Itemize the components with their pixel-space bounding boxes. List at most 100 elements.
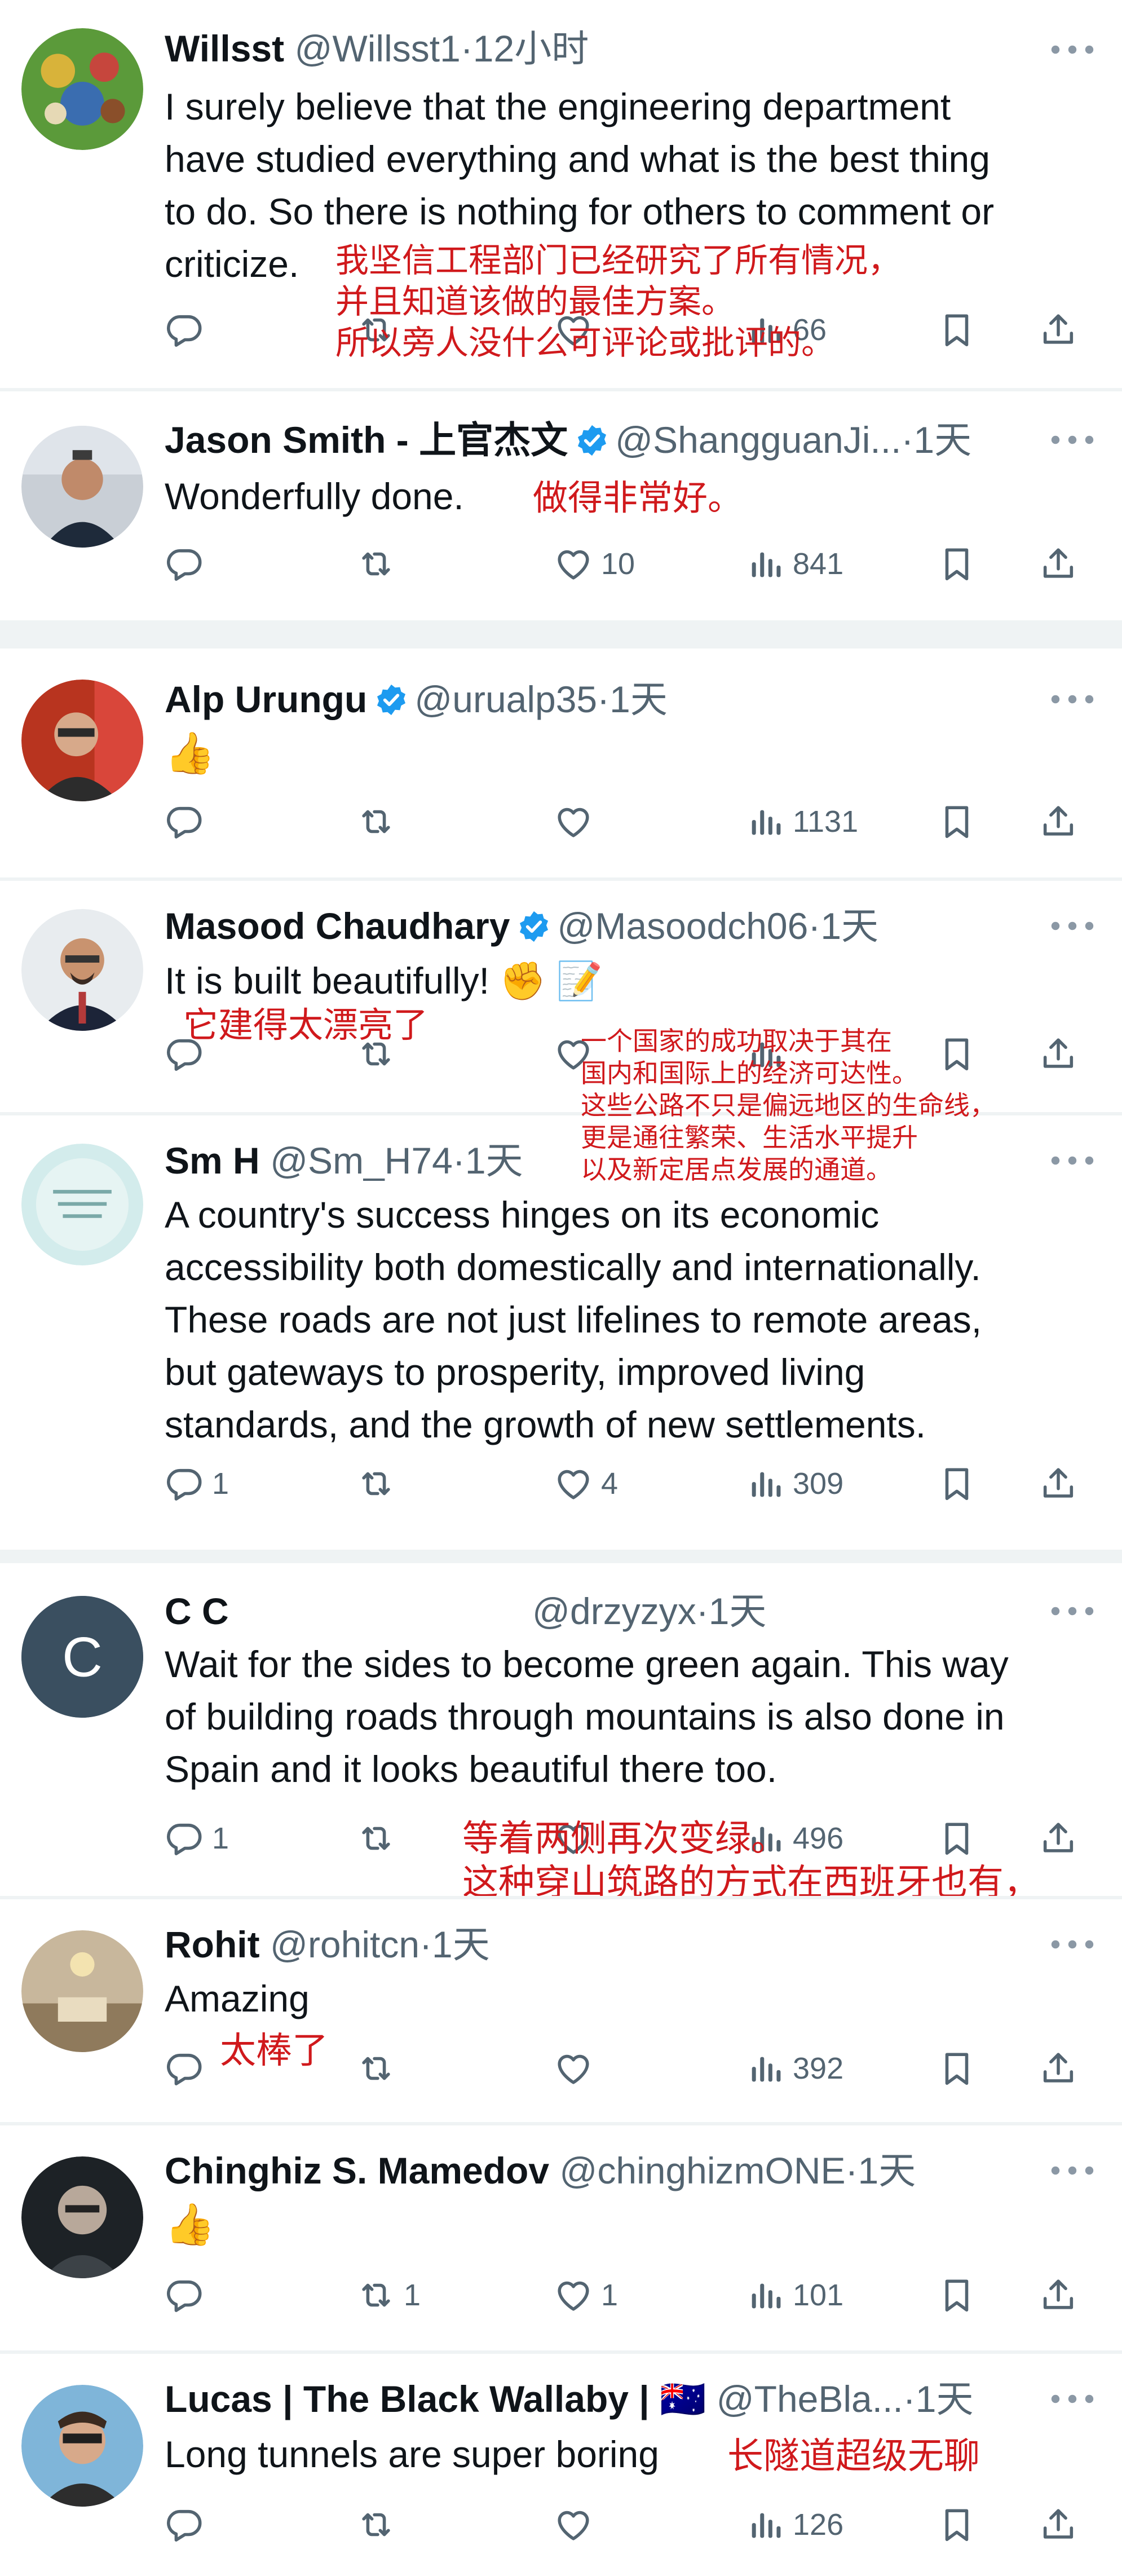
author-handle[interactable]: @drzyzyx [532,1590,696,1632]
like-button[interactable] [554,2043,593,2094]
timestamp[interactable]: 12小时 [473,28,589,69]
tweet-lucas[interactable]: Lucas | The Black Wallaby | 🇦🇺 @TheBla..… [0,2354,1122,2576]
tweet-c-c[interactable]: C C C @drzyzyx·1天 Wait for the sides to … [0,1563,1122,1948]
author-handle[interactable]: @TheBla... [717,2378,903,2420]
timestamp[interactable]: 1天 [709,1590,767,1632]
reply-button[interactable] [165,305,204,355]
retweet-button[interactable] [356,1458,396,1509]
share-button[interactable] [1039,796,1078,847]
avatar[interactable] [21,28,143,150]
more-dots-icon[interactable] [1050,915,1095,937]
author-handle[interactable]: @ShangguanJi... [615,419,901,461]
bookmark-button[interactable] [937,539,977,589]
views-button[interactable]: 1131 [745,796,858,847]
translation-annotation: 我坚信工程部门已经研究了所有情况， 并且知道该做的最佳方案。 所以旁人没什么可评… [335,241,902,362]
timestamp[interactable]: 1天 [465,1140,523,1181]
share-icon [1039,544,1078,584]
bookmark-button[interactable] [937,2043,977,2094]
author-name[interactable]: Willsst [165,28,284,69]
views-button[interactable]: 309 [745,1458,843,1509]
retweet-count: 1 [404,2278,421,2312]
retweet-button[interactable]: 1 [356,2270,421,2321]
retweet-button[interactable] [356,539,396,589]
share-button[interactable] [1039,1458,1078,1509]
reply-button[interactable]: 1 [165,1458,229,1509]
author-name[interactable]: Jason Smith - 上官杰文 [165,419,568,461]
author-handle[interactable]: @chinghizmONE [559,2150,845,2191]
like-button[interactable] [554,796,593,847]
author-name[interactable]: Masood Chaudhary [165,905,510,947]
share-button[interactable] [1039,2043,1078,2094]
timestamp[interactable]: 1天 [858,2150,916,2191]
views-button[interactable]: 126 [745,2499,843,2550]
timestamp[interactable]: 1天 [432,1924,490,1965]
timestamp[interactable]: 1天 [916,2378,974,2420]
tweet-alp-urungu[interactable]: Alp Urungu @urualp35·1天 👍 1131 [0,649,1122,874]
more-dots-icon[interactable] [1050,2388,1095,2410]
avatar[interactable] [21,2385,143,2507]
author-name[interactable]: Sm H [165,1140,260,1181]
avatar[interactable] [21,1144,143,1265]
retweet-button[interactable] [356,2499,396,2550]
reply-button[interactable] [165,2043,204,2094]
author-handle[interactable]: @urualp35 [414,678,597,720]
more-dots-icon[interactable] [1050,1600,1095,1622]
views-button[interactable]: 101 [745,2270,843,2321]
avatar[interactable] [21,680,143,801]
views-button[interactable]: 392 [745,2043,843,2094]
retweet-button[interactable] [356,796,396,847]
author-name[interactable]: Alp Urungu [165,678,367,720]
tweet-rohit[interactable]: Rohit @rohitcn·1天 Amazing 392 太棒了 [0,1899,1122,2122]
tweet-header: C C @drzyzyx·1天 [165,1589,766,1634]
tweet-jason-smith[interactable]: Jason Smith - 上官杰文 @ShangguanJi...·1天 Won… [0,395,1122,617]
author-name[interactable]: C C [165,1590,229,1632]
retweet-button[interactable] [356,1813,396,1864]
timestamp[interactable]: 1天 [913,419,971,461]
author-name[interactable]: Chinghiz S. Mamedov [165,2150,549,2191]
translation-annotation: 一个国家的成功取决于其在 国内和国际上的经济可达性。 这些公路不只是偏远地区的生… [581,1026,996,1185]
more-dots-icon[interactable] [1050,688,1095,711]
reply-button[interactable] [165,2270,204,2321]
bookmark-button[interactable] [937,2270,977,2321]
like-button[interactable]: 1 [554,2270,618,2321]
more-dots-icon[interactable] [1050,38,1095,61]
reply-button[interactable] [165,796,204,847]
avatar[interactable] [21,909,143,1031]
share-button[interactable] [1039,305,1078,355]
avatar[interactable] [21,426,143,548]
bookmark-button[interactable] [937,2499,977,2550]
author-handle[interactable]: @rohitcn [270,1924,419,1965]
author-handle[interactable]: @Masoodch06 [557,905,808,947]
share-button[interactable] [1039,1029,1078,1079]
views-button[interactable]: 841 [745,539,843,589]
more-dots-icon[interactable] [1050,2159,1095,2182]
author-name[interactable]: Lucas | The Black Wallaby | 🇦🇺 [165,2378,706,2420]
more-dots-icon[interactable] [1050,1933,1095,1956]
more-dots-icon[interactable] [1050,429,1095,451]
like-button[interactable]: 10 [554,539,635,589]
tweet-willsst[interactable]: Willsst @Willsst1·12小时 I surely believe … [0,0,1122,389]
avatar[interactable] [21,1930,143,2052]
timestamp[interactable]: 1天 [820,905,878,947]
share-button[interactable] [1039,2499,1078,2550]
avatar[interactable]: C [21,1596,143,1718]
like-button[interactable]: 4 [554,1458,618,1509]
retweet-button[interactable] [356,2043,396,2094]
reply-button[interactable] [165,2499,204,2550]
like-button[interactable] [554,2499,593,2550]
tweet-chinghiz-mamedov[interactable]: Chinghiz S. Mamedov @chinghizmONE·1天 👍 1… [0,2125,1122,2351]
reply-button[interactable]: 1 [165,1813,229,1864]
share-button[interactable] [1039,539,1078,589]
more-dots-icon[interactable] [1050,1149,1095,1172]
bookmark-button[interactable] [937,305,977,355]
share-button[interactable] [1039,1813,1078,1864]
reply-button[interactable] [165,539,204,589]
timestamp[interactable]: 1天 [609,678,668,720]
author-handle[interactable]: @Willsst1 [294,28,460,69]
author-name[interactable]: Rohit [165,1924,260,1965]
avatar[interactable] [21,2156,143,2278]
bookmark-button[interactable] [937,796,977,847]
bookmark-button[interactable] [937,1458,977,1509]
author-handle[interactable]: @Sm_H74 [270,1140,453,1181]
share-button[interactable] [1039,2270,1078,2321]
